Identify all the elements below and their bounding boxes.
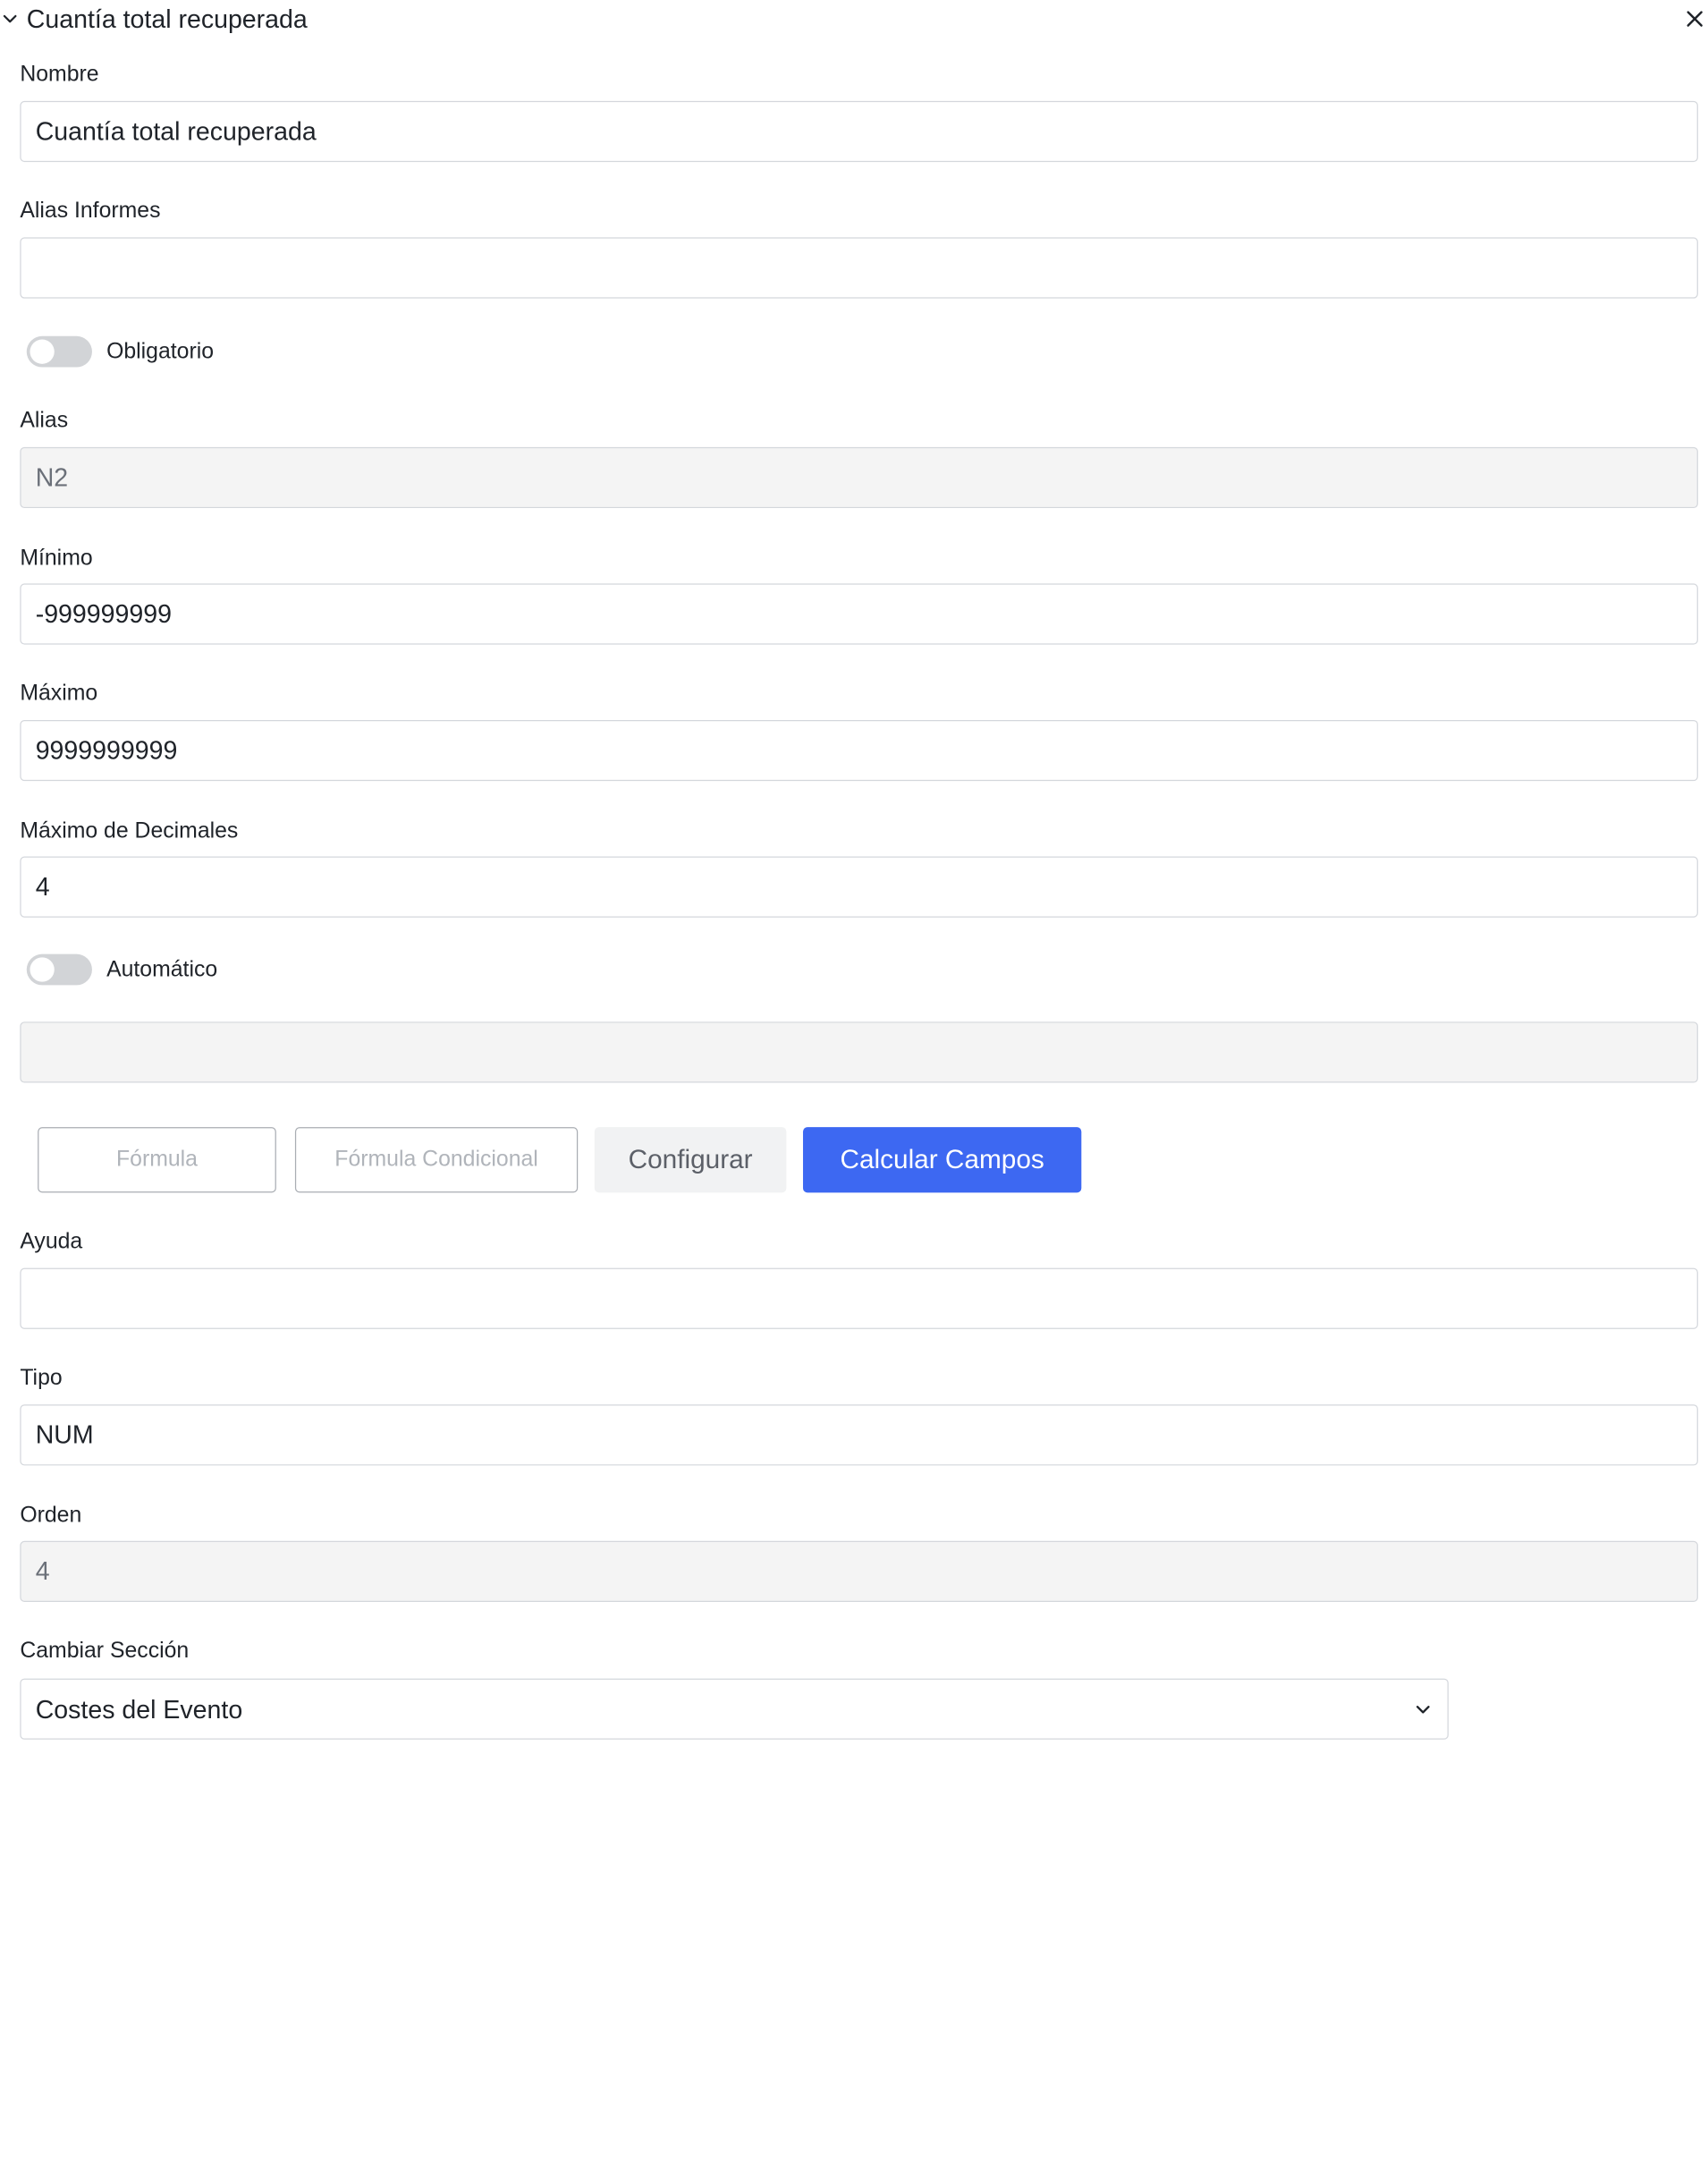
- close-icon[interactable]: [1685, 9, 1704, 29]
- alias-input: [20, 446, 1698, 509]
- maximo-input[interactable]: [20, 719, 1698, 782]
- automatico-toggle-row: Automático: [26, 953, 359, 986]
- toggle-knob: [30, 339, 55, 364]
- chevron-down-icon[interactable]: [2, 11, 17, 26]
- toggle-knob: [30, 957, 55, 982]
- alias-label: Alias: [20, 408, 69, 433]
- cambiar-seccion-label: Cambiar Sección: [20, 1638, 190, 1664]
- orden-input: [20, 1540, 1698, 1602]
- alias-informes-input[interactable]: [20, 237, 1698, 299]
- max-decimales-label: Máximo de Decimales: [20, 818, 239, 843]
- formula-display-input: [20, 1021, 1698, 1083]
- maximo-label: Máximo: [20, 681, 98, 706]
- formula-condicional-button[interactable]: Fórmula Condicional: [294, 1127, 579, 1193]
- alias-informes-label: Alias Informes: [20, 199, 161, 224]
- chevron-down-icon: [1416, 1706, 1430, 1714]
- automatico-toggle[interactable]: [26, 953, 92, 986]
- cambiar-seccion-select[interactable]: Costes del Evento: [20, 1678, 1449, 1740]
- automatico-label: Automático: [106, 957, 218, 982]
- orden-label: Orden: [20, 1503, 82, 1528]
- minimo-input[interactable]: [20, 583, 1698, 645]
- field-editor-panel: Cuantía total recuperada Nombre Alias In…: [0, 0, 1708, 2161]
- tipo-label: Tipo: [20, 1365, 63, 1391]
- obligatorio-label: Obligatorio: [106, 339, 215, 364]
- formula-button[interactable]: Fórmula: [38, 1127, 276, 1193]
- cambiar-seccion-value: Costes del Evento: [35, 1695, 243, 1725]
- panel-header: Cuantía total recuperada: [0, 0, 1708, 40]
- minimo-label: Mínimo: [20, 546, 93, 571]
- nombre-label: Nombre: [20, 62, 99, 87]
- tipo-input[interactable]: [20, 1404, 1698, 1466]
- obligatorio-toggle-row: Obligatorio: [26, 335, 359, 369]
- max-decimales-input[interactable]: [20, 856, 1698, 918]
- calcular-campos-button[interactable]: Calcular Campos: [802, 1127, 1082, 1193]
- panel-title: Cuantía total recuperada: [26, 4, 308, 34]
- obligatorio-toggle[interactable]: [26, 335, 92, 368]
- nombre-input[interactable]: [20, 100, 1698, 163]
- configurar-button[interactable]: Configurar: [594, 1127, 787, 1193]
- ayuda-input[interactable]: [20, 1267, 1698, 1329]
- ayuda-label: Ayuda: [20, 1229, 83, 1254]
